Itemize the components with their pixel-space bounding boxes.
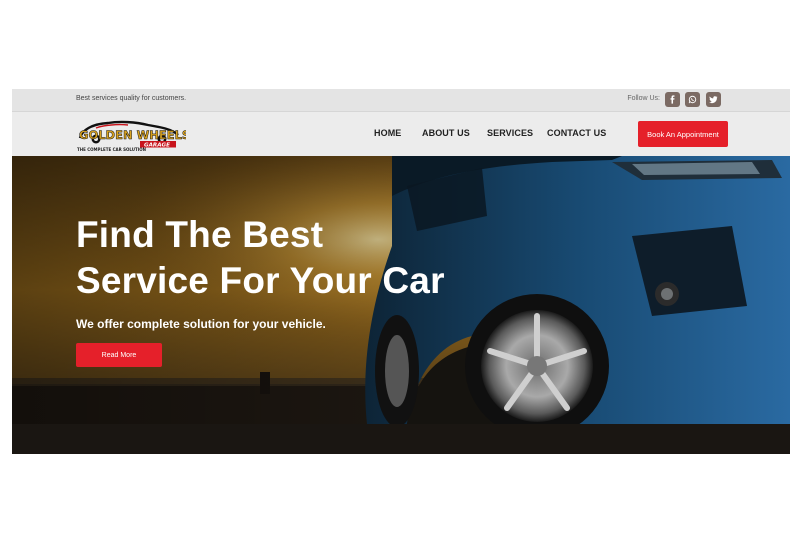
hero-subtitle: We offer complete solution for your vehi… [76, 317, 326, 331]
website-screenshot: Best services quality for customers. Fol… [12, 89, 790, 454]
nav-services[interactable]: SERVICES [487, 128, 533, 138]
hero-section: Find The Best Service For Your Car We of… [12, 156, 790, 454]
car-logo-icon: GOLDEN WHEELS GARAGE THE COMPLETE CAR SO… [77, 120, 190, 152]
nav-contact-us[interactable]: CONTACT US [547, 128, 606, 138]
twitter-icon[interactable] [706, 92, 721, 107]
read-more-button[interactable]: Read More [76, 343, 162, 367]
top-tagline: Best services quality for customers. [76, 95, 187, 102]
brand-tagline: THE COMPLETE CAR SOLUTION [77, 147, 146, 152]
brand-name: GOLDEN WHEELS [79, 128, 186, 142]
follow-us-label: Follow Us: [627, 95, 660, 102]
hero-title-line-2: Service For Your Car [76, 260, 445, 301]
whatsapp-icon[interactable] [685, 92, 700, 107]
brand-sub: GARAGE [144, 142, 170, 148]
book-appointment-button[interactable]: Book An Appointment [638, 121, 728, 147]
golden-wheels-logo[interactable]: GOLDEN WHEELS GARAGE THE COMPLETE CAR SO… [74, 116, 190, 152]
nav-about-us[interactable]: ABOUT US [422, 128, 470, 138]
facebook-icon[interactable] [665, 92, 680, 107]
top-bar: Best services quality for customers. Fol… [12, 89, 790, 112]
nav-home[interactable]: HOME [374, 128, 401, 138]
hero-title-line-1: Find The Best [76, 214, 324, 255]
hero-background-image [12, 156, 790, 454]
hero-title: Find The Best Service For Your Car [76, 212, 445, 304]
site-header: GOLDEN WHEELS GARAGE THE COMPLETE CAR SO… [12, 112, 790, 156]
